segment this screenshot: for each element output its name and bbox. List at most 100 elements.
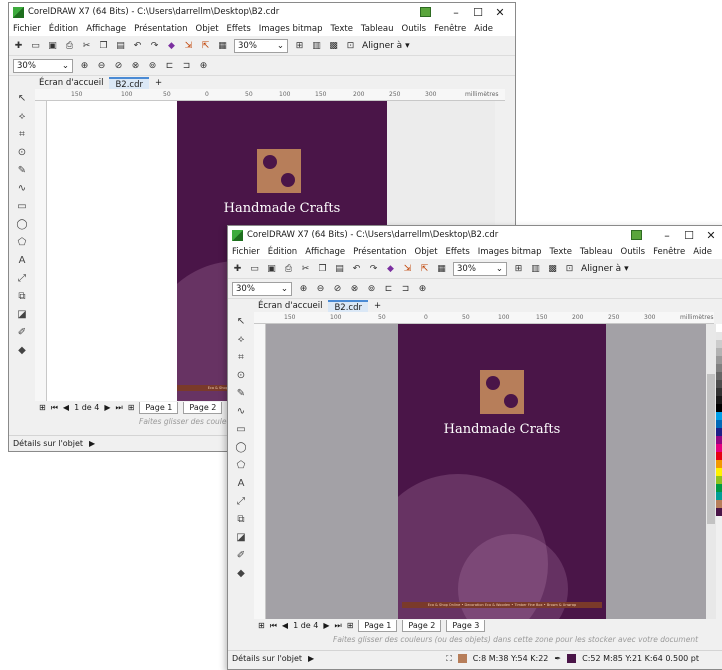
last-page-icon[interactable]: ⏭ xyxy=(334,621,341,631)
zoom-level-combo[interactable]: 30% ⌄ xyxy=(234,38,288,53)
print-icon[interactable]: ⎙ xyxy=(64,40,75,51)
rulers-icon[interactable]: ▥ xyxy=(311,40,322,51)
palette-swatch[interactable] xyxy=(716,396,722,404)
align-to-button[interactable]: Aligner à ▾ xyxy=(362,41,410,51)
menu-view[interactable]: Affichage xyxy=(305,247,345,257)
palette-swatch[interactable] xyxy=(716,508,722,516)
undo-icon[interactable]: ↶ xyxy=(132,40,143,51)
prev-page-icon[interactable]: ◀ xyxy=(282,621,288,630)
connector-tool-icon[interactable]: ⤢ xyxy=(18,273,26,284)
export-icon[interactable]: ⇱ xyxy=(419,263,430,274)
search-content-icon[interactable]: ◆ xyxy=(166,40,177,51)
palette-swatch[interactable] xyxy=(716,324,722,332)
add-page-after-icon[interactable]: ⊞ xyxy=(128,403,135,412)
menu-table[interactable]: Tableau xyxy=(361,24,394,34)
palette-swatch[interactable] xyxy=(716,452,722,460)
crop-tool-icon[interactable]: ⌗ xyxy=(19,129,25,140)
polygon-tool-icon[interactable]: ⬠ xyxy=(237,460,246,471)
drawing-canvas[interactable]: Handmade Crafts Eco & Shop Online • Deco… xyxy=(266,324,706,619)
last-page-icon[interactable]: ⏭ xyxy=(115,403,122,413)
palette-swatch[interactable] xyxy=(716,356,722,364)
palette-swatch[interactable] xyxy=(716,460,722,468)
menu-layout[interactable]: Présentation xyxy=(353,247,406,257)
add-page-icon[interactable]: ⊞ xyxy=(39,403,46,412)
ellipse-tool-icon[interactable]: ◯ xyxy=(235,442,246,453)
freehand-tool-icon[interactable]: ✎ xyxy=(18,165,26,176)
minimize-icon[interactable]: – xyxy=(656,229,678,242)
add-page-after-icon[interactable]: ⊞ xyxy=(347,621,354,630)
text-tool-icon[interactable]: A xyxy=(19,255,26,266)
copy-icon[interactable]: ❐ xyxy=(317,263,328,274)
menu-object[interactable]: Objet xyxy=(415,247,438,257)
menu-bitmaps[interactable]: Images bitmap xyxy=(478,247,542,257)
snap-icon[interactable]: ⊡ xyxy=(564,263,575,274)
artistic-media-icon[interactable]: ∿ xyxy=(18,183,26,194)
next-page-icon[interactable]: ▶ xyxy=(104,403,110,412)
blend-tool-icon[interactable]: ⧉ xyxy=(18,291,25,302)
zoom-tool-icon[interactable]: ⊙ xyxy=(237,370,245,381)
text-tool-icon[interactable]: A xyxy=(238,478,245,489)
close-icon[interactable]: ✕ xyxy=(489,6,511,19)
tab-document[interactable]: B2.cdr xyxy=(328,300,368,313)
align-to-button[interactable]: Aligner à ▾ xyxy=(581,264,629,274)
palette-swatch[interactable] xyxy=(716,348,722,356)
redo-icon[interactable]: ↷ xyxy=(368,263,379,274)
first-page-icon[interactable]: ⏮ xyxy=(51,403,58,413)
maximize-icon[interactable]: ☐ xyxy=(678,229,700,242)
zoom-page-icon[interactable]: ⊚ xyxy=(366,283,377,294)
shape-tool-icon[interactable]: ⟡ xyxy=(19,111,26,122)
export-icon[interactable]: ⇱ xyxy=(200,40,211,51)
menu-object[interactable]: Objet xyxy=(196,24,219,34)
next-page-icon[interactable]: ▶ xyxy=(323,621,329,630)
zoom-width-icon[interactable]: ⊏ xyxy=(383,283,394,294)
page-tab-1[interactable]: Page 1 xyxy=(358,619,398,632)
pick-tool-icon[interactable]: ↖ xyxy=(18,93,26,104)
transparency-tool-icon[interactable]: ◪ xyxy=(236,532,245,543)
menu-edit[interactable]: Édition xyxy=(49,24,78,34)
palette-swatch[interactable] xyxy=(716,492,722,500)
import-icon[interactable]: ⇲ xyxy=(183,40,194,51)
zoom-selected-icon[interactable]: ⊘ xyxy=(332,283,343,294)
zoom-all-icon[interactable]: ⊗ xyxy=(349,283,360,294)
update-badge-icon[interactable] xyxy=(631,230,642,240)
rectangle-tool-icon[interactable]: ▭ xyxy=(17,201,26,212)
zoom-property-combo[interactable]: 30% ⌄ xyxy=(13,58,73,73)
first-page-icon[interactable]: ⏮ xyxy=(270,621,277,631)
paste-icon[interactable]: ▤ xyxy=(115,40,126,51)
maximize-icon[interactable]: ☐ xyxy=(467,6,489,19)
crop-tool-icon[interactable]: ⌗ xyxy=(238,352,244,363)
zoom-tool-icon[interactable]: ⊙ xyxy=(18,147,26,158)
update-badge-icon[interactable] xyxy=(420,7,431,17)
object-details-arrow-icon[interactable]: ▶ xyxy=(89,439,95,448)
new-icon[interactable]: ✚ xyxy=(232,263,243,274)
menu-window[interactable]: Fenêtre xyxy=(653,247,685,257)
cut-icon[interactable]: ✂ xyxy=(300,263,311,274)
document-page[interactable]: Handmade Crafts Eco & Shop Online • Deco… xyxy=(398,324,606,619)
palette-swatch[interactable] xyxy=(716,436,722,444)
tab-document[interactable]: B2.cdr xyxy=(109,77,149,90)
palette-swatch[interactable] xyxy=(716,404,722,412)
palette-swatch[interactable] xyxy=(716,444,722,452)
scrollbar-thumb[interactable] xyxy=(707,374,715,524)
palette-swatch[interactable] xyxy=(716,380,722,388)
vertical-scrollbar[interactable] xyxy=(706,324,716,619)
zoom-in-icon[interactable]: ⊕ xyxy=(298,283,309,294)
page-tab-3[interactable]: Page 3 xyxy=(446,619,486,632)
add-page-icon[interactable]: ⊞ xyxy=(258,621,265,630)
minimize-icon[interactable]: – xyxy=(445,6,467,19)
zoom-in-icon[interactable]: ⊕ xyxy=(79,60,90,71)
search-content-icon[interactable]: ◆ xyxy=(385,263,396,274)
menu-effects[interactable]: Effets xyxy=(227,24,251,34)
polygon-tool-icon[interactable]: ⬠ xyxy=(18,237,27,248)
palette-swatch[interactable] xyxy=(716,372,722,380)
menu-effects[interactable]: Effets xyxy=(446,247,470,257)
close-icon[interactable]: ✕ xyxy=(700,229,722,242)
menu-edit[interactable]: Édition xyxy=(268,247,297,257)
menu-help[interactable]: Aide xyxy=(474,24,493,34)
zoom-selected-icon[interactable]: ⊘ xyxy=(113,60,124,71)
full-screen-icon[interactable]: ⊞ xyxy=(513,263,524,274)
snap-icon[interactable]: ⊡ xyxy=(345,40,356,51)
zoom-page-icon[interactable]: ⊚ xyxy=(147,60,158,71)
eyedropper-tool-icon[interactable]: ✐ xyxy=(237,550,245,561)
paste-icon[interactable]: ▤ xyxy=(334,263,345,274)
